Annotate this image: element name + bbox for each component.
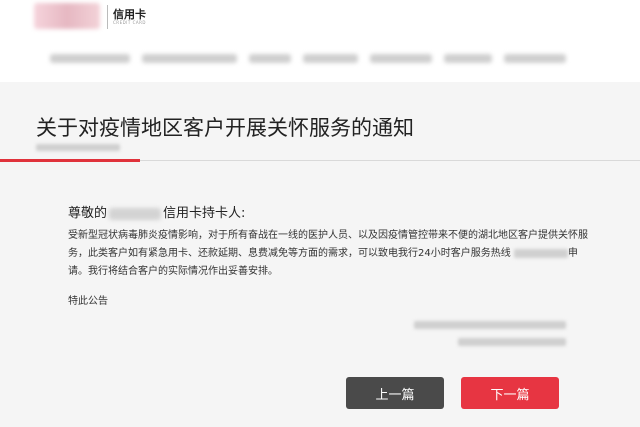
nav-item[interactable]: [50, 54, 130, 63]
signature-date: [458, 338, 566, 346]
nav-item[interactable]: [249, 54, 291, 63]
nav-item[interactable]: [370, 54, 432, 63]
nav-item[interactable]: [504, 54, 566, 63]
site-header: 信用卡 CREDIT CARD: [0, 0, 640, 82]
body-part-1: 受新型冠状病毒肺炎疫情影响，对于所有奋战在一线的医护人员、以及因疫情管控带来不便…: [68, 230, 588, 259]
notice-content: 关于对疫情地区客户开展关怀服务的通知 尊敬的 信用卡持卡人: 受新型冠状病毒肺炎疫…: [0, 82, 640, 427]
greeting: 尊敬的 信用卡持卡人:: [68, 202, 245, 221]
redacted-bank-name: [109, 207, 162, 220]
nav-item[interactable]: [142, 54, 237, 63]
signature-bank: [414, 321, 566, 329]
bank-logo[interactable]: [34, 3, 100, 29]
brand-subtitle: CREDIT CARD: [113, 20, 146, 25]
title-accent-bar: [0, 159, 140, 162]
greeting-suffix: 信用卡持卡人:: [163, 206, 246, 221]
next-article-button[interactable]: 下一篇: [461, 377, 559, 409]
notice-body: 受新型冠状病毒肺炎疫情影响，对于所有奋战在一线的医护人员、以及因疫情管控带来不便…: [68, 227, 588, 281]
nav-item[interactable]: [444, 54, 492, 63]
greeting-prefix: 尊敬的: [68, 206, 108, 221]
prev-article-button[interactable]: 上一篇: [346, 377, 444, 409]
page-title: 关于对疫情地区客户开展关怀服务的通知: [36, 116, 414, 140]
logo-divider: [107, 5, 108, 29]
closing-text: 特此公告: [68, 296, 108, 307]
nav-item[interactable]: [303, 54, 358, 63]
redacted-hotline: [513, 248, 568, 258]
publish-date: [36, 144, 120, 151]
